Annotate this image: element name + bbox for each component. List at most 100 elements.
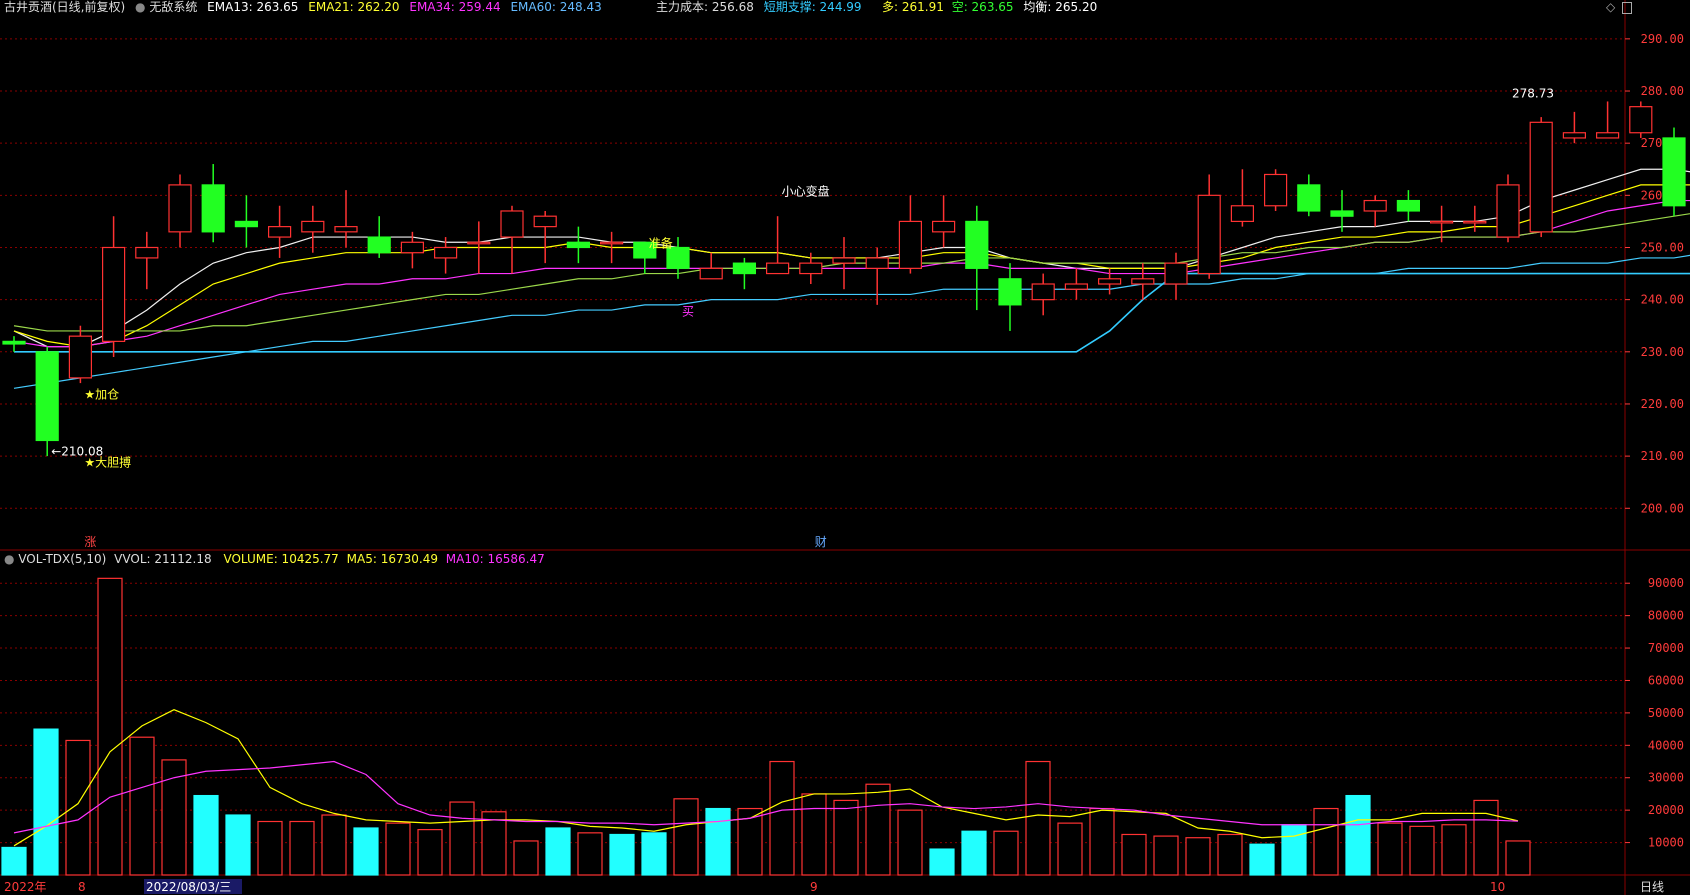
short-support-label: 短期支撑: 244.99 (763, 0, 862, 14)
candle-body (998, 278, 1022, 306)
candle (1629, 101, 1653, 138)
volume-bar (673, 798, 699, 876)
volume-bar (1089, 807, 1115, 876)
candle (68, 325, 93, 384)
price-tick-label: 200.00 (1641, 501, 1684, 515)
volume-tick-label: 50000 (1648, 706, 1684, 720)
candle-body (931, 220, 956, 233)
candle-body (1396, 199, 1421, 212)
candle (832, 237, 856, 290)
candle-body (566, 241, 591, 249)
candle (1562, 111, 1587, 144)
volume-bar (769, 760, 795, 876)
volume-tick-label: 20000 (1648, 803, 1684, 817)
volume-bar (833, 799, 859, 876)
system-dot-icon[interactable]: ● (135, 0, 145, 14)
volume-bar (801, 793, 827, 876)
candle (101, 216, 126, 358)
candle (1164, 252, 1188, 300)
volume-bar (865, 783, 891, 876)
candle (1263, 169, 1288, 211)
volume-bar (993, 830, 1019, 876)
candle-body (1463, 220, 1487, 224)
candle (732, 257, 757, 290)
volume-tick-label: 70000 (1648, 641, 1684, 655)
candle-body (765, 262, 790, 275)
date-axis-label: 10 (1490, 880, 1505, 894)
candle (1662, 127, 1686, 217)
candle (268, 205, 292, 258)
candle-body (334, 226, 358, 233)
volume-tick-label: 80000 (1648, 609, 1684, 623)
volume-bar (929, 848, 955, 876)
stock-title[interactable]: 古井贡酒(日线,前复权) (4, 0, 125, 14)
candle-body (1429, 220, 1454, 224)
date-axis-label: 9 (810, 880, 818, 894)
candle-body (135, 246, 159, 259)
price-tick-label: 290.00 (1641, 32, 1684, 46)
volume-tick-label: 60000 (1648, 673, 1684, 687)
date-axis-label: 8 (78, 880, 86, 894)
candle (35, 346, 59, 457)
volume-tick-label: 10000 (1648, 836, 1684, 850)
vol-indicator-label[interactable]: VOL-TDX(5,10) (18, 552, 106, 566)
candle (334, 190, 358, 248)
candle (1529, 117, 1553, 238)
volume-bar (545, 827, 571, 876)
candle (1031, 273, 1055, 316)
volume-bar (65, 739, 91, 876)
candle (301, 205, 325, 253)
cost-header: 主力成本: 256.68 短期支撑: 244.99 (656, 0, 862, 14)
volume-bar (1, 846, 27, 876)
candle-body (1363, 199, 1387, 212)
period-label[interactable]: 日线 (1640, 880, 1664, 894)
candle (234, 195, 258, 248)
stock-chart[interactable]: 200.00210.00220.00230.00240.00250.00260.… (0, 0, 1690, 895)
volume-bar (1217, 833, 1243, 876)
candle-body (268, 226, 292, 238)
volume-bar (1313, 807, 1339, 876)
candle-body (1263, 173, 1288, 207)
candle (1595, 101, 1620, 139)
volume-bar (1345, 794, 1371, 876)
candle (898, 195, 923, 274)
candle-body (599, 241, 624, 245)
volume-header: ● VOL-TDX(5,10) VVOL: 21112.18 VOLUME: 1… (4, 552, 545, 566)
volume-tick-label: 90000 (1648, 576, 1684, 590)
chart-annotation: 涨 (84, 534, 96, 549)
window-diamond-icon[interactable]: ◇ (1606, 0, 1615, 14)
volume-bar (33, 728, 59, 876)
volume-bar (1409, 825, 1435, 876)
price-tick-label: 210.00 (1641, 449, 1684, 463)
volume-bar (1121, 833, 1147, 876)
candle-body (1562, 132, 1587, 139)
volume-bar (1249, 843, 1275, 876)
chart-annotation: 财 (815, 535, 827, 549)
price-series-line (13, 213, 1690, 332)
chart-annotation: 买 (682, 304, 694, 318)
volume-bar (513, 840, 539, 876)
candle-body (35, 351, 59, 442)
ema60-label: EMA60: 248.43 (510, 0, 602, 14)
candle-body (434, 246, 458, 259)
candle-body (367, 236, 391, 254)
candle (865, 247, 889, 305)
volume-dot-icon[interactable]: ● (4, 552, 14, 566)
volume-bar (1057, 822, 1083, 876)
volume-tick-label: 40000 (1648, 738, 1684, 752)
volume-bar (1025, 760, 1051, 876)
window-button[interactable] (1622, 2, 1632, 14)
volume-bar (481, 811, 507, 876)
ema13-label: EMA13: 263.65 (207, 0, 299, 14)
candle (765, 216, 790, 275)
candle-body (1164, 262, 1188, 285)
price-tick-label: 280.00 (1641, 84, 1684, 98)
candle-body (832, 257, 856, 264)
main-cost-label: 主力成本: 256.68 (656, 0, 754, 14)
candle-body (1529, 121, 1553, 233)
candle (1363, 195, 1387, 227)
candle-body (1629, 106, 1653, 134)
volume-bar (961, 830, 987, 876)
price-series-line (14, 272, 1690, 353)
balance-label: 均衡: 265.20 (1023, 0, 1098, 14)
